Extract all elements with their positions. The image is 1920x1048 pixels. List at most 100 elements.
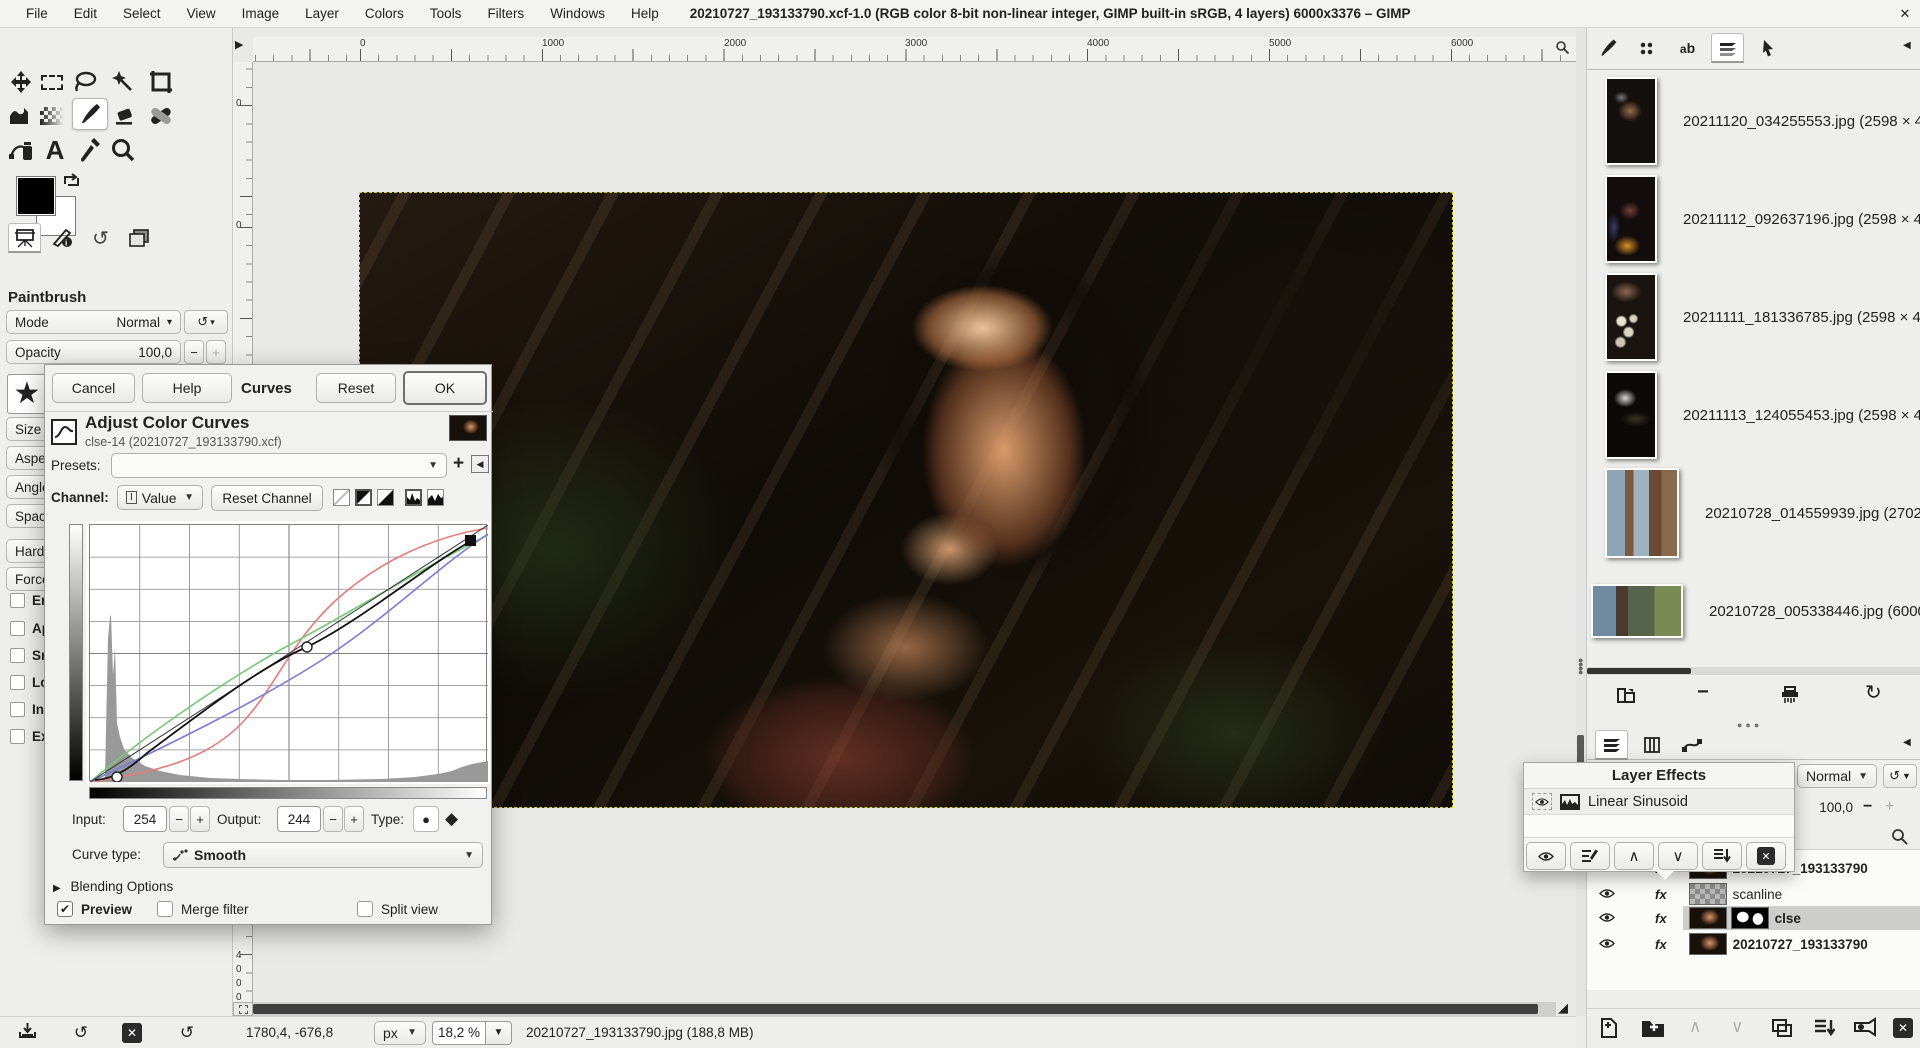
tab-brushes[interactable]: [1591, 33, 1624, 63]
save-status-icon[interactable]: [14, 1022, 40, 1044]
ok-button[interactable]: OK: [403, 371, 487, 405]
reset-channel-button[interactable]: Reset Channel: [211, 485, 323, 511]
point-type-smooth-button[interactable]: ●: [413, 806, 439, 832]
remove-image-icon[interactable]: −: [1697, 681, 1709, 704]
opacity-decrease-button[interactable]: −: [184, 340, 204, 364]
layer-mode-dropdown[interactable]: Normal ▼: [1797, 764, 1877, 788]
opacity-increase-button[interactable]: +: [206, 340, 226, 364]
image-list-item[interactable]: 20210728_014559939.jpg (2702 × 3: [1587, 464, 1920, 562]
layer-opacity-decrease[interactable]: −: [1863, 798, 1872, 816]
effect-toggle-eye-button[interactable]: [1526, 842, 1566, 870]
image-list-item[interactable]: 20211112_092637196.jpg (2598 × 46: [1587, 170, 1920, 268]
fuzzy-select-tool-icon[interactable]: [108, 68, 138, 96]
menu-tools[interactable]: Tools: [417, 0, 475, 28]
heal-tool-icon[interactable]: [146, 102, 176, 130]
horizontal-ruler[interactable]: 0 1000 2000 3000 4000 5000 6000: [253, 37, 1576, 62]
move-tool-icon[interactable]: [6, 68, 36, 96]
effect-raise-button[interactable]: ∧: [1614, 842, 1654, 870]
cancel-button[interactable]: Cancel: [52, 373, 135, 403]
curves-graph[interactable]: [89, 524, 489, 783]
menu-help[interactable]: Help: [618, 0, 672, 28]
zoom-tool-icon[interactable]: [108, 136, 138, 164]
input-increase-button[interactable]: +: [190, 806, 210, 832]
eye-icon[interactable]: [1599, 887, 1615, 902]
tab-undo-history[interactable]: ↺: [84, 223, 117, 253]
duplicate-layer-icon[interactable]: [1771, 1018, 1793, 1041]
help-button[interactable]: Help: [142, 373, 232, 403]
log-histogram-icon[interactable]: [355, 489, 372, 506]
canvas-image[interactable]: [359, 192, 1453, 808]
add-mask-icon[interactable]: [1853, 1017, 1877, 1040]
free-select-tool-icon[interactable]: [70, 68, 100, 96]
tab-tool-options[interactable]: [8, 223, 41, 253]
effect-row[interactable]: Linear Sinusoid: [1524, 789, 1794, 815]
output-field[interactable]: 244: [277, 806, 321, 832]
image-list-item[interactable]: 20211113_124055453.jpg (2598 × 46: [1587, 366, 1920, 464]
rectangle-select-tool-icon[interactable]: [37, 68, 67, 96]
cancel-status-icon[interactable]: ✕: [122, 1022, 142, 1043]
fx-badge[interactable]: fx: [1655, 887, 1667, 902]
ruler-corner-icon[interactable]: ▶: [235, 38, 243, 51]
checkbox[interactable]: [10, 593, 25, 608]
merge-filter-checkbox[interactable]: [157, 901, 173, 917]
delete-layer-icon[interactable]: ✕: [1893, 1018, 1913, 1038]
curve-type-dropdown[interactable]: Smooth ▼: [163, 842, 483, 868]
paintbrush-tool-icon[interactable]: [72, 98, 108, 130]
menu-colors[interactable]: Colors: [352, 0, 417, 28]
image-list-item[interactable]: 20211111_181336785.jpg (2598 × 46: [1587, 268, 1920, 366]
effect-remove-button[interactable]: ✕: [1746, 842, 1786, 870]
navigation-preview-icon[interactable]: ◢: [1558, 1000, 1568, 1016]
menu-select[interactable]: Select: [110, 0, 174, 28]
menu-layer[interactable]: Layer: [292, 0, 352, 28]
reset-status-icon[interactable]: ↺: [174, 1023, 200, 1043]
collapse-menu-icon[interactable]: ◀: [1903, 40, 1911, 51]
tab-patterns[interactable]: [1631, 33, 1664, 63]
tab-images[interactable]: [122, 223, 155, 253]
close-icon[interactable]: ✕: [1890, 6, 1920, 22]
new-group-icon[interactable]: [1641, 1018, 1665, 1041]
menu-image[interactable]: Image: [229, 0, 293, 28]
images-scrollbar[interactable]: [1587, 667, 1920, 675]
quick-mask-toggle[interactable]: [233, 1002, 253, 1016]
input-field[interactable]: 254: [123, 806, 167, 832]
effect-lower-button[interactable]: ∨: [1658, 842, 1698, 870]
crop-tool-icon[interactable]: [146, 68, 176, 96]
new-layer-icon[interactable]: [1599, 1017, 1619, 1042]
histogram-toggle-icon[interactable]: [405, 489, 422, 506]
blending-options-expander[interactable]: ▶ Blending Options: [53, 879, 173, 894]
input-decrease-button[interactable]: −: [169, 806, 189, 832]
layer-row-selected[interactable]: fx clse: [1587, 906, 1920, 930]
reset-button[interactable]: Reset: [316, 373, 396, 403]
menu-view[interactable]: View: [174, 0, 229, 28]
layer-mask-thumbnail[interactable]: [1730, 907, 1769, 929]
scrollbar-thumb[interactable]: [253, 1004, 1538, 1014]
menu-file[interactable]: File: [13, 0, 61, 28]
fx-badge[interactable]: fx: [1655, 937, 1667, 952]
unit-dropdown[interactable]: px ▼: [374, 1020, 426, 1045]
layer-row[interactable]: fx scanline: [1587, 882, 1920, 906]
checkbox[interactable]: [10, 675, 25, 690]
checkbox[interactable]: [10, 648, 25, 663]
lower-layer-icon[interactable]: ∨: [1731, 1017, 1743, 1037]
bucket-fill-tool-icon[interactable]: [6, 102, 36, 130]
mode-dropdown[interactable]: Mode Normal ▾: [6, 310, 181, 334]
tab-fonts[interactable]: ab: [1671, 33, 1704, 63]
output-decrease-button[interactable]: −: [323, 806, 343, 832]
checkbox[interactable]: [10, 729, 25, 744]
presets-dropdown[interactable]: ▼: [111, 453, 447, 478]
eraser-tool-icon[interactable]: [110, 102, 140, 130]
menu-filters[interactable]: Filters: [474, 0, 537, 28]
preset-menu-icon[interactable]: ◀: [471, 455, 489, 473]
tab-layers[interactable]: [1595, 730, 1628, 760]
channel-dropdown[interactable]: I Value ▼: [117, 485, 203, 510]
tab-tool-presets[interactable]: i: [46, 223, 79, 253]
swap-colors-icon[interactable]: [62, 172, 82, 190]
raise-layer-icon[interactable]: ∧: [1689, 1017, 1701, 1037]
add-preset-icon[interactable]: +: [453, 453, 464, 475]
layer-row[interactable]: fx 20210727_193133790: [1587, 932, 1920, 956]
effect-visibility-eye-icon[interactable]: [1532, 793, 1552, 810]
layer-opacity-increase[interactable]: +: [1885, 798, 1894, 816]
color-picker-tool-icon[interactable]: [74, 136, 104, 164]
undo-icon[interactable]: ↺: [68, 1023, 94, 1043]
open-image-icon[interactable]: [1615, 684, 1637, 709]
